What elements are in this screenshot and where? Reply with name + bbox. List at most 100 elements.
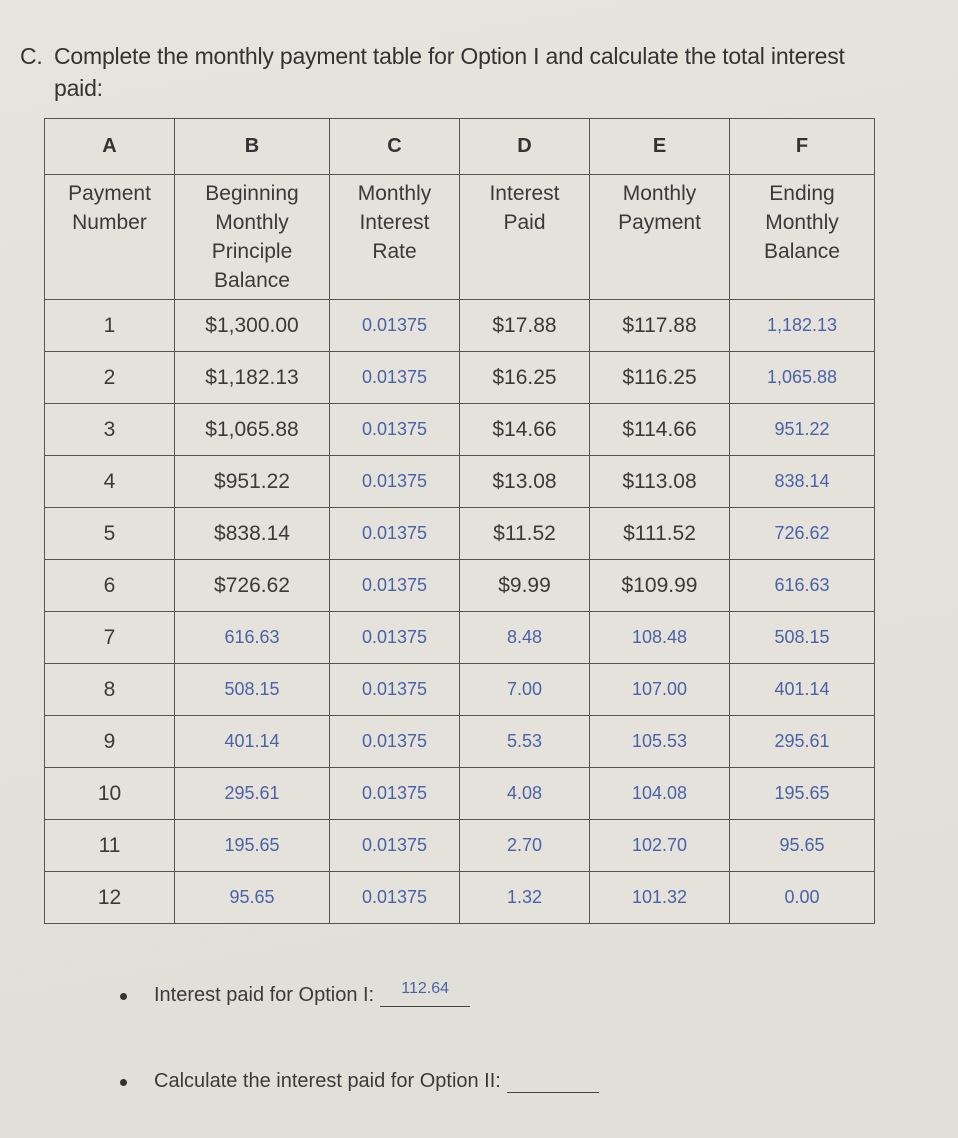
- cell-ending-balance[interactable]: 195.65: [729, 767, 875, 820]
- cell-interest-paid[interactable]: $16.25: [459, 351, 590, 404]
- cell-payment-number: 6: [44, 559, 175, 612]
- cell-interest-paid[interactable]: $9.99: [459, 559, 590, 612]
- table-row: 1 $1,300.00 0.01375 $17.88 $117.88 1,182.13: [44, 299, 875, 352]
- column-header-line: Monthly: [622, 182, 697, 205]
- column-header-line: Balance: [764, 240, 840, 263]
- payment-table-container: ABCDEF Payment Number Beginning Monthly Prin…: [44, 118, 875, 924]
- cell-interest-rate[interactable]: 0.01375: [329, 403, 460, 456]
- cell-interest-rate[interactable]: 0.01375: [329, 611, 460, 664]
- cell-interest-paid[interactable]: $14.66: [459, 403, 590, 456]
- cell-ending-balance[interactable]: 951.22: [729, 403, 875, 456]
- cell-beginning-balance[interactable]: $726.62: [174, 559, 330, 612]
- cell-ending-balance[interactable]: 508.15: [729, 611, 875, 664]
- column-letter-interest-rate: C: [329, 118, 460, 175]
- cell-interest-paid[interactable]: 7.00: [459, 663, 590, 716]
- column-header-line: Balance: [214, 269, 290, 292]
- cell-monthly-payment[interactable]: 102.70: [589, 819, 730, 872]
- cell-payment-number: 9: [44, 715, 175, 768]
- cell-interest-rate[interactable]: 0.01375: [329, 455, 460, 508]
- cell-monthly-payment[interactable]: $111.52: [589, 507, 730, 560]
- cell-monthly-payment[interactable]: $109.99: [589, 559, 730, 612]
- cell-interest-rate[interactable]: 0.01375: [329, 715, 460, 768]
- cell-beginning-balance[interactable]: $951.22: [174, 455, 330, 508]
- cell-monthly-payment[interactable]: $114.66: [589, 403, 730, 456]
- column-header-interest-rate: Monthly Interest Rate: [329, 174, 460, 300]
- cell-monthly-payment[interactable]: 105.53: [589, 715, 730, 768]
- answer-label-option-2: Calculate the interest paid for Option I…: [154, 1070, 501, 1092]
- cell-ending-balance[interactable]: 838.14: [729, 455, 875, 508]
- column-header-interest-paid: Interest Paid: [459, 174, 590, 300]
- table-row: 7 616.63 0.01375 8.48 108.48 508.15: [44, 611, 875, 664]
- cell-beginning-balance[interactable]: $1,065.88: [174, 403, 330, 456]
- column-header-monthly-payment: Monthly Payment: [589, 174, 730, 300]
- table-row: 6 $726.62 0.01375 $9.99 $109.99 616.63: [44, 559, 875, 612]
- column-header-payment-number: Payment Number: [44, 174, 175, 300]
- cell-monthly-payment[interactable]: 104.08: [589, 767, 730, 820]
- cell-interest-rate[interactable]: 0.01375: [329, 507, 460, 560]
- bullet-icon: [120, 1079, 127, 1086]
- monthly-payment-table: ABCDEF Payment Number Beginning Monthly Prin…: [44, 118, 875, 924]
- cell-beginning-balance[interactable]: $1,300.00: [174, 299, 330, 352]
- cell-ending-balance[interactable]: 616.63: [729, 559, 875, 612]
- column-header-line: Payment: [68, 182, 151, 205]
- cell-ending-balance[interactable]: 95.65: [729, 819, 875, 872]
- cell-beginning-balance[interactable]: 95.65: [174, 871, 330, 924]
- cell-beginning-balance[interactable]: 508.15: [174, 663, 330, 716]
- answer-blank-option-2[interactable]: [506, 1070, 599, 1093]
- cell-interest-paid[interactable]: $13.08: [459, 455, 590, 508]
- table-row: 11 195.65 0.01375 2.70 102.70 95.65: [44, 819, 875, 872]
- answer-value-option-1: 112.64: [401, 980, 449, 997]
- cell-beginning-balance[interactable]: $1,182.13: [174, 351, 330, 404]
- table-row: 2 $1,182.13 0.01375 $16.25 $116.25 1,065.88: [44, 351, 875, 404]
- cell-interest-rate[interactable]: 0.01375: [329, 299, 460, 352]
- cell-monthly-payment[interactable]: 101.32: [589, 871, 730, 924]
- column-header-beginning-balance: Beginning Monthly Principle Balance: [174, 174, 330, 300]
- cell-interest-paid[interactable]: 4.08: [459, 767, 590, 820]
- cell-interest-rate[interactable]: 0.01375: [329, 871, 460, 924]
- question-prompt: C. Complete the monthly payment table for…: [20, 40, 950, 104]
- cell-interest-paid[interactable]: 8.48: [459, 611, 590, 664]
- cell-ending-balance[interactable]: 1,065.88: [729, 351, 875, 404]
- column-header-line: Monthly: [215, 211, 289, 234]
- column-header-line: Beginning: [205, 182, 299, 205]
- cell-ending-balance[interactable]: 295.61: [729, 715, 875, 768]
- column-header-line: Monthly: [357, 182, 432, 205]
- column-letter-beginning-balance: B: [174, 118, 330, 175]
- cell-interest-rate[interactable]: 0.01375: [329, 559, 460, 612]
- cell-interest-paid[interactable]: $11.52: [459, 507, 590, 560]
- cell-interest-rate[interactable]: 0.01375: [329, 819, 460, 872]
- cell-interest-rate[interactable]: 0.01375: [329, 351, 460, 404]
- cell-interest-paid[interactable]: 2.70: [459, 819, 590, 872]
- cell-ending-balance[interactable]: 1,182.13: [729, 299, 875, 352]
- cell-ending-balance[interactable]: 0.00: [729, 871, 875, 924]
- cell-ending-balance[interactable]: 726.62: [729, 507, 875, 560]
- cell-payment-number: 1: [44, 299, 175, 352]
- cell-interest-paid[interactable]: 1.32: [459, 871, 590, 924]
- cell-monthly-payment[interactable]: $117.88: [589, 299, 730, 352]
- column-letter-monthly-payment: E: [589, 118, 730, 175]
- cell-interest-rate[interactable]: 0.01375: [329, 767, 460, 820]
- column-header-line: Number: [72, 211, 147, 234]
- cell-interest-rate[interactable]: 0.01375: [329, 663, 460, 716]
- column-header-line: Interest: [359, 211, 430, 234]
- column-header-line: Payment: [618, 211, 701, 234]
- cell-beginning-balance[interactable]: $838.14: [174, 507, 330, 560]
- answer-blank-option-1[interactable]: 112.64: [380, 980, 471, 1007]
- cell-beginning-balance[interactable]: 195.65: [174, 819, 330, 872]
- cell-monthly-payment[interactable]: 107.00: [589, 663, 730, 716]
- question-letter: C.: [20, 43, 43, 69]
- cell-ending-balance[interactable]: 401.14: [729, 663, 875, 716]
- cell-interest-paid[interactable]: $17.88: [459, 299, 590, 352]
- cell-monthly-payment[interactable]: $113.08: [589, 455, 730, 508]
- cell-beginning-balance[interactable]: 295.61: [174, 767, 330, 820]
- cell-monthly-payment[interactable]: 108.48: [589, 611, 730, 664]
- cell-monthly-payment[interactable]: $116.25: [589, 351, 730, 404]
- cell-interest-paid[interactable]: 5.53: [459, 715, 590, 768]
- table-row: 4 $951.22 0.01375 $13.08 $113.08 838.14: [44, 455, 875, 508]
- column-header-line: Principle: [211, 240, 293, 263]
- column-letter-payment-number: A: [44, 118, 175, 175]
- cell-beginning-balance[interactable]: 616.63: [174, 611, 330, 664]
- cell-payment-number: 11: [44, 819, 175, 872]
- cell-beginning-balance[interactable]: 401.14: [174, 715, 330, 768]
- column-header-ending-balance: Ending Monthly Balance: [729, 174, 875, 300]
